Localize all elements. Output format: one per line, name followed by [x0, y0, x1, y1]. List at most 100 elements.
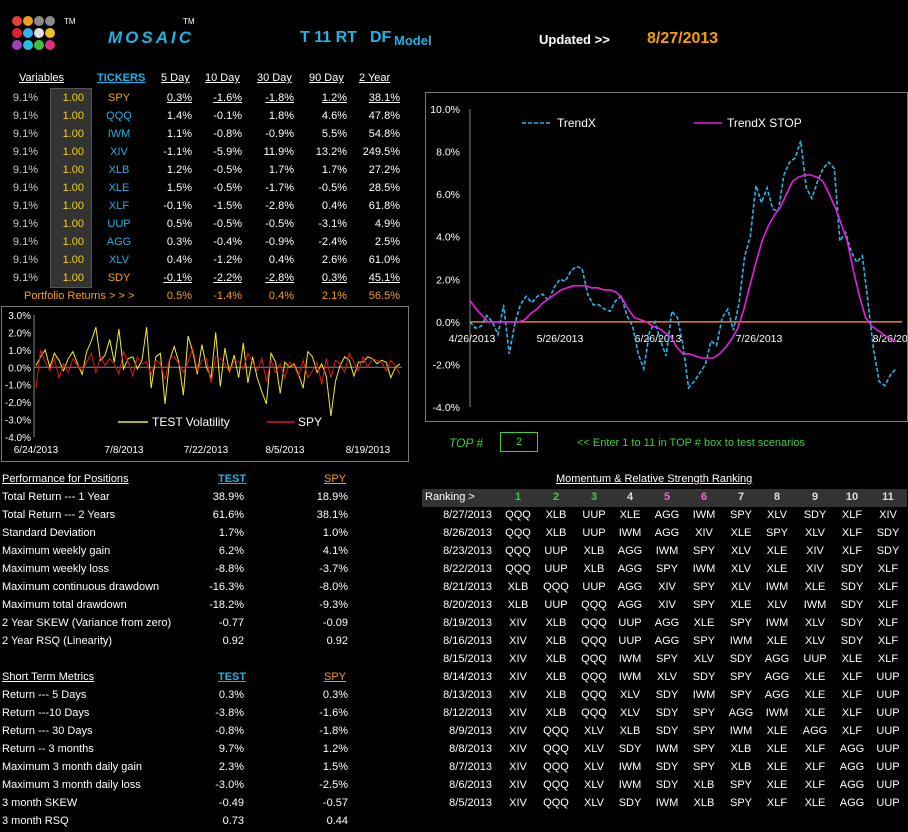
ranking-ticker: SDY [692, 671, 716, 683]
weight-input[interactable]: 1.00 [52, 182, 84, 194]
metric-spy-value: 4.1% [322, 545, 348, 557]
ranking-ticker: XLV [694, 653, 714, 665]
weight-input[interactable]: 1.00 [52, 110, 84, 122]
weight-input[interactable]: 1.00 [52, 164, 84, 176]
ranking-ticker: XLE [766, 779, 788, 791]
ranking-ticker: XLE [804, 581, 826, 593]
metric-label: 2 Year SKEW (Variance from zero) [2, 617, 172, 629]
metric-spy-value: -1.8% [319, 725, 348, 737]
ranking-ticker: UUP [618, 635, 642, 647]
legend-label-test-volatility: TEST Volatility [152, 415, 230, 429]
ranking-ticker: UUP [582, 509, 606, 521]
metric-spy-value: 0.3% [322, 689, 348, 701]
weight-input[interactable]: 1.00 [52, 218, 84, 230]
weight-input[interactable]: 1.00 [52, 200, 84, 212]
return-10day: -2.2% [213, 272, 242, 284]
weight-percent: 9.1% [12, 200, 38, 212]
return-90day: 1.7% [321, 164, 347, 176]
ranking-ticker: QQQ [543, 797, 569, 809]
ranking-ticker: UUP [544, 545, 568, 557]
ranking-date: 8/15/2013 [443, 653, 492, 665]
ranking-ticker: XIV [879, 509, 897, 521]
ranking-ticker: SDY [618, 743, 642, 755]
ranking-ticker: XIV [509, 725, 527, 737]
ranking-ticker: XLE [766, 545, 788, 557]
ranking-date: 8/21/2013 [443, 581, 492, 593]
ranking-ticker: IWM [618, 779, 642, 791]
trendx-chart-svg: 10.0% 8.0% 6.0% 4.0% 2.0% 0.0% -2.0% -4.0% 4/26/… [430, 104, 908, 414]
weight-input[interactable]: 1.00 [52, 128, 84, 140]
model-name: T 11 RT [300, 29, 357, 46]
rank-number: 7 [737, 491, 745, 503]
ranking-ticker: XIV [509, 635, 527, 647]
col-5day-header: 5 Day [161, 72, 190, 84]
return-30day: -2.8% [265, 200, 294, 212]
ranking-ticker: XLF [841, 527, 863, 539]
top-number-input[interactable]: 2 [500, 432, 538, 452]
ranking-ticker: SPY [692, 761, 715, 773]
ranking-ticker: XLF [804, 743, 826, 755]
ranking-ticker: XLB [583, 545, 605, 557]
metric-test-value: -3.0% [215, 779, 244, 791]
ranking-ticker: SPY [729, 779, 752, 791]
metric-spy-value: -2.5% [319, 779, 348, 791]
metric-test-value: 0.92 [222, 635, 244, 647]
ranking-ticker: XIV [509, 797, 527, 809]
ranking-ticker: SDY [876, 545, 900, 557]
x-tick-label: 6/24/2013 [14, 445, 59, 456]
metric-test-value: -8.8% [215, 563, 244, 575]
ticker-symbol: QQQ [106, 110, 132, 122]
y-tick-label: 8.0% [436, 147, 460, 159]
metric-test-value: -0.49 [218, 797, 244, 809]
ranking-ticker: XLF [804, 761, 826, 773]
return-2year: 38.1% [368, 92, 400, 104]
updated-label: Updated >> [539, 32, 610, 47]
metric-spy-value: 18.9% [316, 491, 348, 503]
weight-percent: 9.1% [12, 92, 38, 104]
return-5day: 0.5% [166, 218, 192, 230]
ranking-ticker: XIV [509, 689, 527, 701]
ranking-ticker: XIV [509, 617, 527, 629]
ranking-ticker: XLB [545, 527, 567, 539]
series-line-trendx [469, 140, 897, 390]
metric-label: 3 month SKEW [2, 797, 78, 809]
return-30day: -0.9% [265, 236, 294, 248]
col-30day-header: 30 Day [257, 72, 292, 84]
weight-input[interactable]: 1.00 [52, 236, 84, 248]
momentum-title: Momentum & Relative Strength Ranking [556, 473, 753, 485]
ranking-ticker: SPY [692, 743, 715, 755]
return-30day: -1.7% [265, 182, 294, 194]
trendx-chart: 10.0% 8.0% 6.0% 4.0% 2.0% 0.0% -2.0% -4.0% 4/26/… [425, 92, 908, 422]
weight-input[interactable]: 1.00 [52, 272, 84, 284]
ranking-ticker: AGG [839, 743, 865, 755]
col-90day-header: 90 Day [309, 72, 344, 84]
ranking-ticker: XLE [804, 797, 826, 809]
ranking-ticker: QQQ [581, 707, 607, 719]
return-30day: -0.5% [265, 218, 294, 230]
ranking-ticker: XLE [766, 635, 788, 647]
ticker-symbol: UUP [107, 218, 131, 230]
ticker-symbol: XLF [108, 200, 130, 212]
ranking-ticker: UUP [544, 563, 568, 575]
legend-label-spy: SPY [298, 415, 322, 429]
ranking-ticker: SDY [655, 689, 679, 701]
weight-percent: 9.1% [12, 236, 38, 248]
performance-spy-header: SPY [324, 473, 347, 485]
ranking-date: 8/22/2013 [443, 563, 492, 575]
metric-spy-value: -8.0% [319, 581, 348, 593]
return-2year: 54.8% [368, 128, 400, 140]
ranking-date: 8/7/2013 [449, 761, 492, 773]
ranking-ticker: QQQ [505, 509, 531, 521]
ranking-ticker: SDY [655, 761, 679, 773]
ranking-date: 8/16/2013 [443, 635, 492, 647]
metric-label: 2 Year RSQ (Linearity) [2, 635, 113, 647]
weight-input[interactable]: 1.00 [52, 146, 84, 158]
ranking-ticker: XLV [657, 671, 677, 683]
ranking-ticker: XLE [693, 617, 715, 629]
weight-percent: 9.1% [12, 164, 38, 176]
weight-input[interactable]: 1.00 [52, 254, 84, 266]
metric-label: 3 month RSQ [2, 815, 69, 827]
return-90day: 13.2% [315, 146, 347, 158]
ranking-ticker: SPY [692, 635, 715, 647]
weight-input[interactable]: 1.00 [52, 92, 84, 104]
